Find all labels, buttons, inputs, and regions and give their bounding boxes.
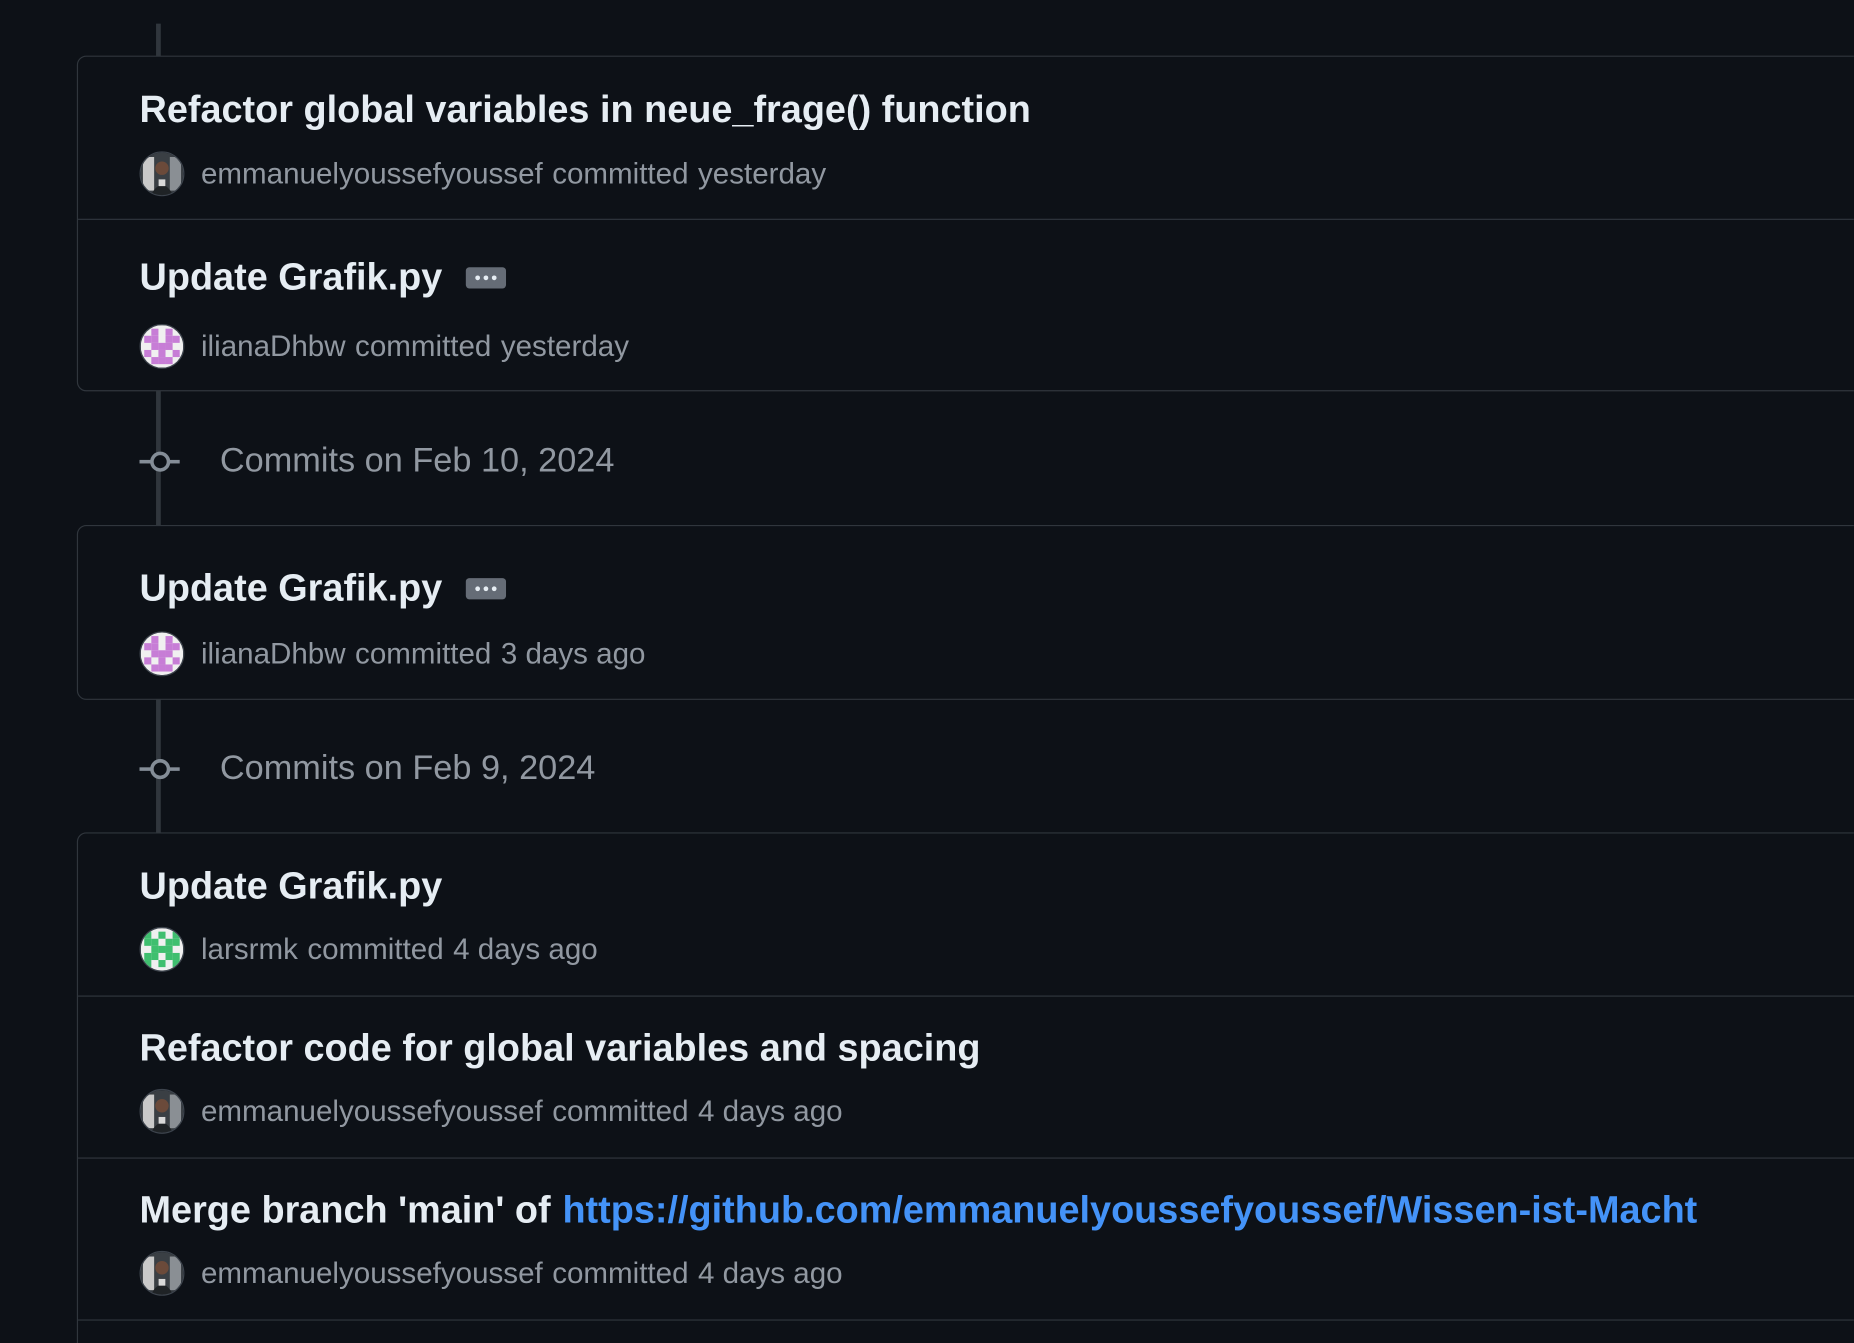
commit-message[interactable]: Update Grafik.py (140, 255, 443, 299)
commit-message[interactable]: Update Grafik.py (140, 566, 443, 610)
commit-author[interactable]: emmanuelyoussefyoussef (201, 1256, 543, 1290)
commit-meta: larsrmk committed 4 days ago (139, 926, 598, 972)
commit-title[interactable]: Update Grafik.py (140, 566, 507, 610)
commit-time: yesterday (500, 329, 629, 363)
commit-group-title: Commits on Feb 9, 2024 (219, 748, 596, 787)
commit-row[interactable]: Update Grafik.py ilianaDhbw committed 3 … (78, 526, 1854, 699)
commit-message[interactable]: Merge branch 'main' of (140, 1188, 551, 1232)
commit-author[interactable]: larsrmk (201, 932, 298, 966)
commit-title[interactable]: Update Grafik.py (140, 255, 507, 299)
commit-time: 4 days ago (697, 1094, 843, 1128)
commit-author[interactable]: emmanuelyoussefyoussef (201, 157, 543, 191)
commit-history-page: Refactor global variables in neue_frage(… (0, 0, 1854, 1343)
commit-time: 4 days ago (697, 1256, 843, 1290)
commit-verb: committed (552, 156, 689, 190)
commit-row[interactable]: Refactor global variables in neue_frage(… (78, 57, 1854, 220)
commit-verb: committed (355, 636, 492, 670)
ellipsis-expand-button[interactable] (465, 266, 507, 288)
commit-title[interactable]: Merge branch 'main' of https://github.co… (140, 1188, 1698, 1232)
git-commit-icon (139, 449, 183, 473)
commit-author[interactable]: ilianaDhbw (201, 329, 346, 363)
avatar[interactable] (139, 1250, 185, 1296)
commit-title[interactable]: Refactor global variables in neue_frage(… (140, 87, 1031, 131)
avatar[interactable] (139, 151, 185, 197)
commit-message[interactable]: Refactor code for global variables and s… (140, 1026, 981, 1070)
commit-row[interactable] (78, 1321, 1854, 1343)
commit-group-title: Commits on Feb 10, 2024 (219, 441, 615, 480)
commit-time: 4 days ago (453, 932, 598, 966)
commit-meta: ilianaDhbw committed yesterday (139, 323, 629, 369)
commit-group-box: Refactor global variables in neue_frage(… (76, 55, 1854, 392)
commit-verb: committed (355, 329, 492, 363)
commit-verb: committed (552, 1094, 689, 1128)
commit-row[interactable]: Update Grafik.py ilianaDhbw committed ye… (78, 220, 1854, 390)
commit-message[interactable]: Refactor global variables in neue_frage(… (140, 87, 1031, 131)
avatar[interactable] (139, 1088, 185, 1134)
commit-verb: committed (552, 1256, 689, 1290)
timeline-line (156, 23, 161, 57)
commit-group-box: Update Grafik.py ilianaDhbw committed 3 … (76, 524, 1854, 700)
commit-meta: emmanuelyoussefyoussef committed 4 days … (139, 1088, 843, 1134)
commit-verb: committed (307, 932, 444, 966)
ellipsis-expand-button[interactable] (465, 577, 507, 599)
commit-row[interactable]: Merge branch 'main' of https://github.co… (78, 1159, 1854, 1321)
commit-title[interactable]: Update Grafik.py (140, 864, 443, 908)
commit-group-header: Commits on Feb 9, 2024 (139, 745, 596, 792)
commit-time: yesterday (697, 156, 827, 190)
commit-meta: emmanuelyoussefyoussef committed 4 days … (139, 1250, 843, 1296)
merge-branch-link[interactable]: https://github.com/emmanuelyoussefyousse… (562, 1188, 1697, 1232)
commit-row[interactable]: Refactor code for global variables and s… (78, 997, 1854, 1159)
commit-row[interactable]: Update Grafik.py larsrmk committed 4 day… (78, 834, 1854, 997)
commit-meta: ilianaDhbw committed 3 days ago (139, 631, 646, 677)
git-commit-icon (139, 757, 183, 781)
commit-time: 3 days ago (500, 636, 646, 670)
commit-group-header: Commits on Feb 10, 2024 (139, 437, 615, 484)
commit-message[interactable]: Update Grafik.py (140, 864, 443, 908)
commit-author[interactable]: ilianaDhbw (201, 637, 346, 671)
commit-title[interactable]: Refactor code for global variables and s… (140, 1026, 981, 1070)
avatar[interactable] (139, 631, 185, 677)
commit-meta: emmanuelyoussefyoussef committed yesterd… (139, 151, 827, 197)
commit-author[interactable]: emmanuelyoussefyoussef (201, 1094, 543, 1128)
avatar[interactable] (139, 926, 185, 972)
commit-group-box: Update Grafik.py larsrmk committed 4 day… (76, 832, 1854, 1343)
avatar[interactable] (139, 323, 185, 369)
